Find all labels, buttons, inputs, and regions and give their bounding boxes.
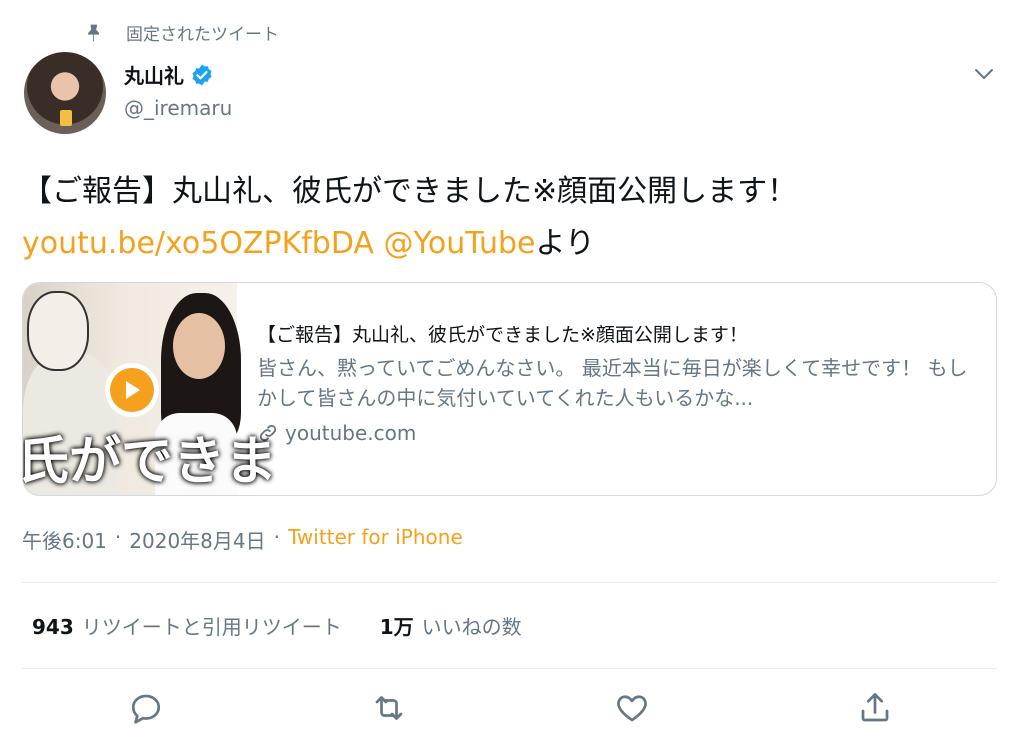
- tweet-suffix: より: [535, 226, 595, 261]
- tweet-source[interactable]: Twitter for iPhone: [288, 525, 463, 554]
- card-description: 皆さん、黙っていてごめんなさい。 最近本当に毎日が楽しくて幸せです！ もしかして…: [257, 356, 968, 410]
- meta-separator: ·: [114, 525, 122, 549]
- pin-icon: [88, 24, 99, 41]
- tweet-mention[interactable]: @YouTube: [384, 226, 536, 261]
- likes-label[interactable]: いいねの数: [422, 611, 522, 640]
- play-icon: [126, 381, 140, 399]
- card-domain: youtube.com: [257, 421, 978, 445]
- card-body: 【ご報告】丸山礼、彼氏ができました※顔面公開します！ 皆さん、黙っていてごめんな…: [237, 283, 996, 495]
- tweet-actions: [0, 690, 1024, 730]
- tweet-meta: 午後6:01 · 2020年8月4日 · Twitter for iPhone: [22, 525, 463, 554]
- retweets-label[interactable]: リツイートと引用リツイート: [82, 611, 342, 640]
- thumbnail-caption: 氏ができま: [22, 432, 278, 492]
- retweet-icon[interactable]: [371, 690, 407, 726]
- pinned-indicator: 固定されたツイート: [84, 20, 279, 45]
- reply-icon[interactable]: [128, 690, 164, 726]
- divider: [22, 668, 997, 669]
- tweet-link[interactable]: youtu.be/xo5OZPKfbDA: [22, 226, 374, 261]
- heart-icon[interactable]: [614, 690, 650, 726]
- play-button[interactable]: [105, 363, 159, 417]
- avatar[interactable]: [24, 52, 106, 134]
- share-icon[interactable]: [857, 690, 893, 726]
- author-name-row[interactable]: 丸山礼: [124, 60, 214, 89]
- card-thumbnail[interactable]: 氏ができま: [23, 283, 277, 495]
- verified-badge-icon: [192, 64, 212, 85]
- author-handle[interactable]: @_iremaru: [124, 96, 232, 120]
- pinned-label: 固定されたツイート: [126, 25, 279, 45]
- divider: [22, 582, 997, 583]
- tweet-text: 【ご報告】丸山礼、彼氏ができました※顔面公開します！ youtu.be/xo5O…: [22, 166, 1002, 270]
- link-card[interactable]: 氏ができま 【ご報告】丸山礼、彼氏ができました※顔面公開します！ 皆さん、黙って…: [22, 282, 997, 496]
- meta-separator: ·: [273, 525, 280, 549]
- card-domain-text: youtube.com: [285, 421, 417, 445]
- tweet-time[interactable]: 午後6:01: [22, 525, 107, 554]
- author-display-name[interactable]: 丸山礼: [124, 60, 184, 89]
- likes-count[interactable]: 1万: [380, 611, 414, 640]
- card-title: 【ご報告】丸山礼、彼氏ができました※顔面公開します！: [257, 324, 748, 346]
- tweet-body: 【ご報告】丸山礼、彼氏ができました※顔面公開します！: [22, 174, 798, 209]
- tweet-date[interactable]: 2020年8月4日: [129, 525, 265, 554]
- chevron-down-icon[interactable]: [972, 64, 996, 84]
- retweets-count[interactable]: 943: [32, 615, 74, 639]
- tweet-stats: 943 リツイートと引用リツイート 1万 いいねの数: [32, 611, 522, 640]
